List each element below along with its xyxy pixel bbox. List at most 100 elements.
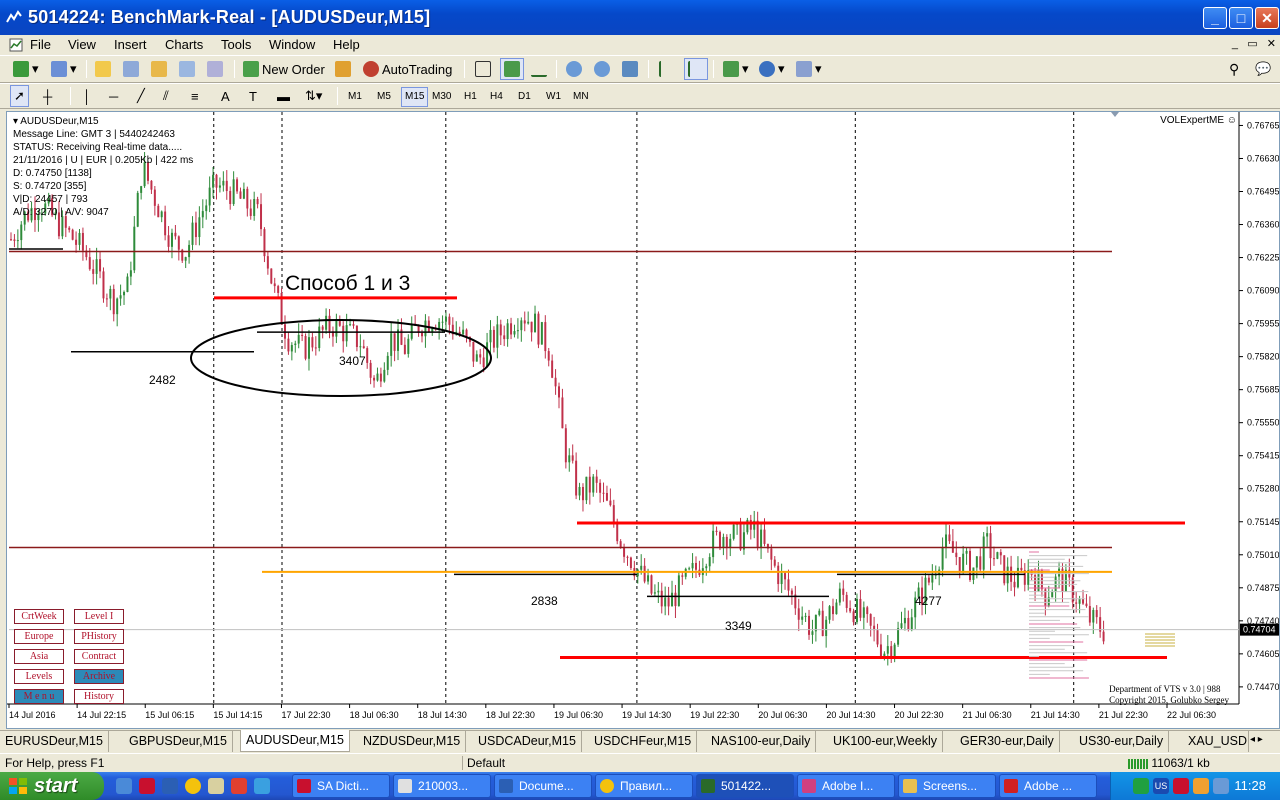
chart-window[interactable]: 0.76765 0.76630 0.76495 0.76360 0.76225 0.760… bbox=[6, 111, 1280, 729]
metaeditor-button[interactable] bbox=[332, 58, 354, 80]
periods-button[interactable]: ▾ bbox=[756, 58, 788, 80]
timeframe-h1[interactable]: H1 bbox=[461, 87, 480, 107]
task-adobe-illustrator[interactable]: Adobe I... bbox=[797, 774, 895, 798]
menu-insert[interactable]: Insert bbox=[114, 37, 147, 52]
auto-scroll-button[interactable] bbox=[684, 58, 708, 80]
quicklaunch-uk-flag-icon[interactable] bbox=[139, 778, 155, 794]
tab-xauusd[interactable]: XAU_USD bbox=[1183, 731, 1249, 752]
menu-view[interactable]: View bbox=[68, 37, 96, 52]
menu-file[interactable]: File bbox=[30, 37, 51, 52]
tab-usdchf[interactable]: USDCHFeur,M15 bbox=[589, 731, 698, 752]
levels-button[interactable]: Levels bbox=[14, 669, 64, 684]
maximize-button[interactable]: □ bbox=[1229, 7, 1253, 29]
level-i-button[interactable]: Level I bbox=[74, 609, 124, 624]
price-chart[interactable]: 0.76765 0.76630 0.76495 0.76360 0.76225 0.760… bbox=[7, 112, 1279, 728]
chart-window-icon[interactable] bbox=[9, 38, 23, 52]
chat-button[interactable]: 💬 bbox=[1252, 58, 1274, 80]
tab-nzdusd[interactable]: NZDUSDeur,M15 bbox=[358, 731, 467, 752]
timeframe-mn[interactable]: MN bbox=[570, 87, 592, 107]
chart-shift-button[interactable] bbox=[656, 58, 678, 80]
tab-us30[interactable]: US30-eur,Daily bbox=[1074, 731, 1170, 752]
tab-uk100[interactable]: UK100-eur,Weekly bbox=[828, 731, 943, 752]
timeframe-m5[interactable]: M5 bbox=[374, 87, 394, 107]
channel-tool[interactable]: ⫽ bbox=[160, 85, 172, 107]
task-adobe-reader[interactable]: Adobe ... bbox=[999, 774, 1097, 798]
autotrading-button[interactable]: AutoTrading bbox=[360, 58, 455, 80]
tab-nas100[interactable]: NAS100-eur,Daily bbox=[706, 731, 817, 752]
tab-usdcad[interactable]: USDCADeur,M15 bbox=[473, 731, 582, 752]
crosshair-tool[interactable]: ┼ bbox=[40, 85, 55, 107]
tab-audusd[interactable]: AUDUSDeur,M15 bbox=[240, 730, 350, 752]
candlestick-button[interactable] bbox=[500, 58, 524, 80]
quicklaunch-browser-icon[interactable] bbox=[116, 778, 132, 794]
search-button[interactable]: ⚲ bbox=[1226, 58, 1242, 80]
tab-scroll-arrows[interactable]: ◂ ▸ bbox=[1250, 734, 1263, 745]
tray-uk-flag-icon[interactable] bbox=[1173, 778, 1189, 794]
timeframe-h4[interactable]: H4 bbox=[487, 87, 506, 107]
new-chart-button[interactable]: ▾ bbox=[10, 58, 42, 80]
tray-network-icon[interactable] bbox=[1193, 778, 1209, 794]
quicklaunch-app-icon[interactable] bbox=[231, 778, 247, 794]
timeframe-m15[interactable]: M15 bbox=[401, 87, 429, 107]
tray-volume-icon[interactable] bbox=[1213, 778, 1229, 794]
bar-chart-button[interactable] bbox=[472, 58, 494, 80]
mdi-controls[interactable]: _ ▭ ✕ bbox=[1232, 37, 1276, 50]
line-chart-button[interactable] bbox=[528, 58, 550, 80]
europe-button[interactable]: Europe bbox=[14, 629, 64, 644]
task-pravila[interactable]: Правил... bbox=[595, 774, 693, 798]
rectangle-tool[interactable]: ▬ bbox=[274, 85, 293, 107]
trendline-tool[interactable]: ╱ bbox=[134, 85, 148, 107]
close-button[interactable]: ✕ bbox=[1255, 7, 1279, 29]
tile-windows-button[interactable] bbox=[619, 58, 641, 80]
menu-tools[interactable]: Tools bbox=[221, 37, 251, 52]
task-210003[interactable]: 210003... bbox=[393, 774, 491, 798]
task-sa-dictionary[interactable]: SA Dicti... bbox=[292, 774, 390, 798]
menu-help[interactable]: Help bbox=[333, 37, 360, 52]
cursor-tool[interactable]: ➚ bbox=[10, 85, 29, 107]
timeframe-w1[interactable]: W1 bbox=[543, 87, 564, 107]
terminal-button[interactable] bbox=[176, 58, 198, 80]
data-window-button[interactable] bbox=[120, 58, 142, 80]
new-order-button[interactable]: New Order bbox=[240, 58, 328, 80]
quicklaunch-word-icon[interactable] bbox=[162, 778, 178, 794]
tray-us-icon[interactable]: US bbox=[1153, 778, 1169, 794]
arrows-tool[interactable]: ⇅▾ bbox=[302, 85, 325, 107]
minimize-button[interactable]: _ bbox=[1203, 7, 1227, 29]
text-tool[interactable]: A bbox=[218, 85, 233, 107]
quicklaunch-chrome-icon[interactable] bbox=[185, 778, 201, 794]
archive-button[interactable]: Archive bbox=[74, 669, 124, 684]
horizontal-line-tool[interactable]: ─ bbox=[106, 85, 121, 107]
navigator-button[interactable] bbox=[148, 58, 170, 80]
task-document[interactable]: Docume... bbox=[494, 774, 592, 798]
menu-button[interactable]: M e n u bbox=[14, 689, 64, 704]
timeframe-m30[interactable]: M30 bbox=[429, 87, 454, 107]
timeframe-m1[interactable]: M1 bbox=[345, 87, 365, 107]
templates-button[interactable]: ▾ bbox=[793, 58, 825, 80]
timeframe-d1[interactable]: D1 bbox=[515, 87, 534, 107]
menu-charts[interactable]: Charts bbox=[165, 37, 203, 52]
zoom-in-button[interactable] bbox=[563, 58, 585, 80]
tab-gbpusd[interactable]: GBPUSDeur,M15 bbox=[124, 731, 233, 752]
text-label-tool[interactable]: T bbox=[246, 85, 260, 107]
quicklaunch-folder-icon[interactable] bbox=[208, 778, 224, 794]
history-button[interactable]: History bbox=[74, 689, 124, 704]
tab-ger30[interactable]: GER30-eur,Daily bbox=[955, 731, 1060, 752]
fibonacci-tool[interactable]: ≡ bbox=[188, 85, 202, 107]
task-screenshots[interactable]: Screens... bbox=[898, 774, 996, 798]
strategy-tester-button[interactable] bbox=[204, 58, 226, 80]
contract-button[interactable]: Contract bbox=[74, 649, 124, 664]
indicators-button[interactable]: ▾ bbox=[720, 58, 752, 80]
crtweek-button[interactable]: CrtWeek bbox=[14, 609, 64, 624]
zoom-out-button[interactable] bbox=[591, 58, 613, 80]
task-metatrader[interactable]: 501422... bbox=[696, 774, 794, 798]
phistory-button[interactable]: PHistory bbox=[74, 629, 124, 644]
tray-app-icon[interactable] bbox=[1133, 778, 1149, 794]
tab-eurusd[interactable]: EURUSDeur,M15 bbox=[0, 731, 109, 752]
profiles-button[interactable]: ▾ bbox=[48, 58, 80, 80]
menu-window[interactable]: Window bbox=[269, 37, 315, 52]
quicklaunch-app2-icon[interactable] bbox=[254, 778, 270, 794]
market-watch-button[interactable] bbox=[92, 58, 114, 80]
vertical-line-tool[interactable]: │ bbox=[80, 85, 94, 107]
start-button[interactable]: start bbox=[0, 772, 104, 800]
asia-button[interactable]: Asia bbox=[14, 649, 64, 664]
